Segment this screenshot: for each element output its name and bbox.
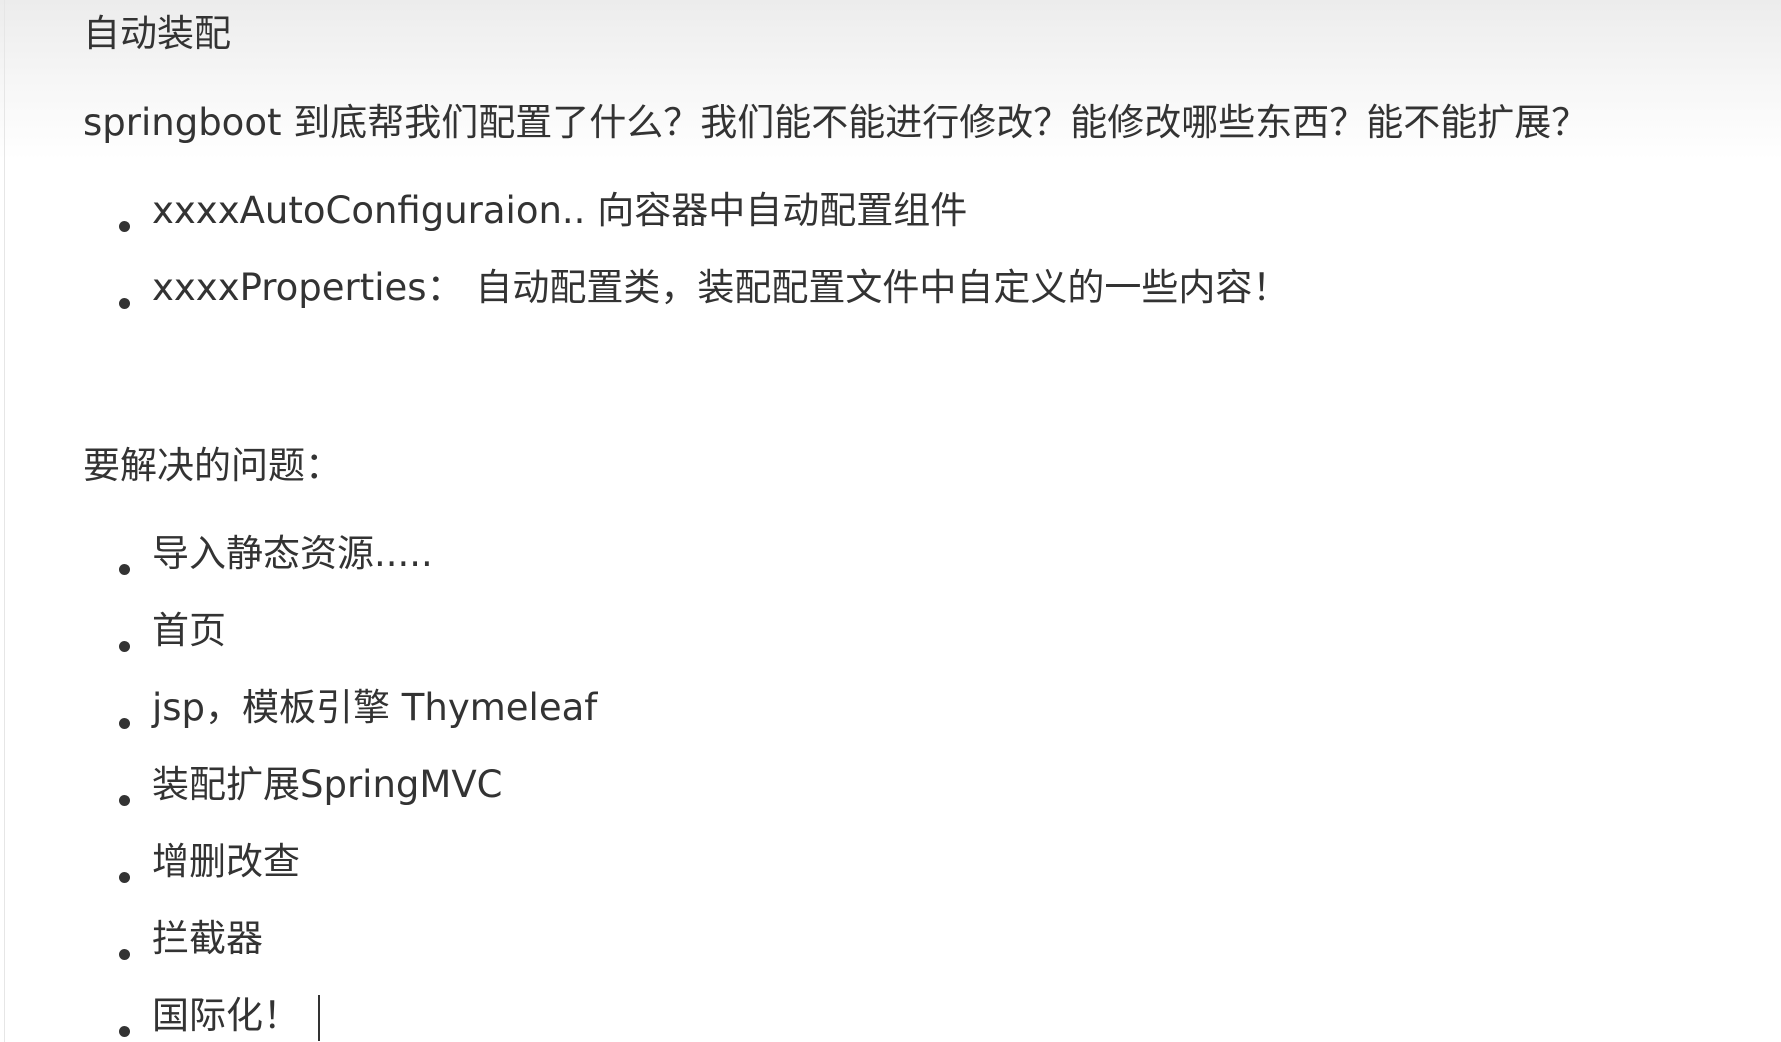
- list-item-text: 国际化！: [152, 994, 300, 1037]
- problems-list: 导入静态资源..... 首页 jsp，模板引擎 Thymeleaf 装配扩展Sp…: [119, 530, 597, 1042]
- list-item: xxxxAutoConfiguraion.. 向容器中自动配置组件: [119, 187, 1289, 264]
- list-item: 首页: [119, 607, 597, 684]
- intro-list: xxxxAutoConfiguraion.. 向容器中自动配置组件 xxxxPr…: [119, 187, 1289, 341]
- left-margin-rule: [4, 0, 5, 1042]
- list-item: xxxxProperties： 自动配置类，装配配置文件中自定义的一些内容！: [119, 264, 1289, 341]
- question-paragraph: springboot 到底帮我们配置了什么？我们能不能进行修改？能修改哪些东西？…: [83, 101, 1589, 144]
- section-heading: 自动装配: [83, 12, 231, 55]
- list-item: 拦截器: [119, 915, 597, 992]
- text-cursor: [318, 994, 320, 1041]
- list-item: 装配扩展SpringMVC: [119, 761, 597, 838]
- list-item: 增删改查: [119, 838, 597, 915]
- problems-heading: 要解决的问题：: [83, 444, 342, 487]
- list-item: jsp，模板引擎 Thymeleaf: [119, 684, 597, 761]
- list-item-last: 国际化！: [119, 992, 597, 1042]
- list-item: 导入静态资源.....: [119, 530, 597, 607]
